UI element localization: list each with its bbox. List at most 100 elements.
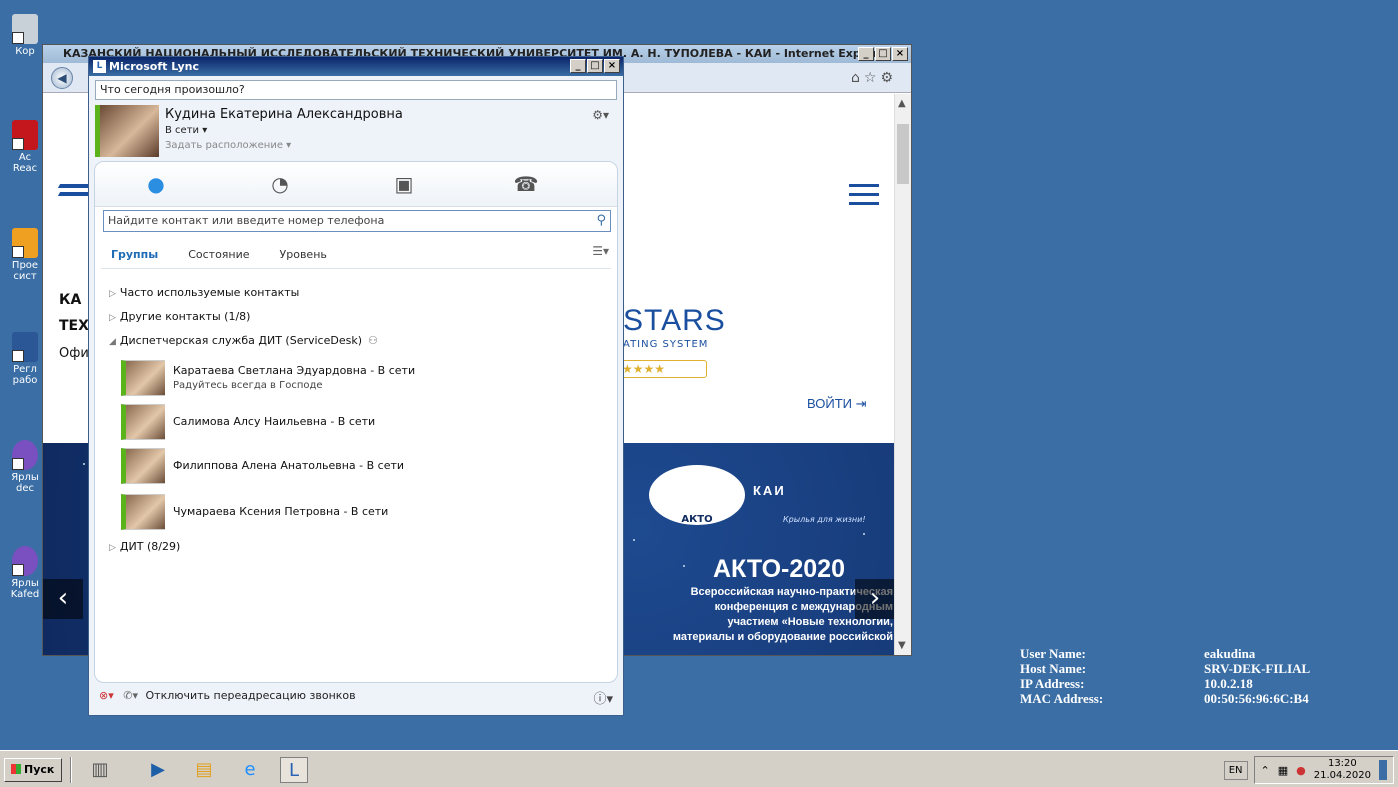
bginfo-row: User Name: eakudina	[1020, 646, 1256, 661]
filter-divider	[101, 268, 611, 269]
settings-gear-icon[interactable]: ⚙	[880, 70, 897, 86]
word-document-icon	[12, 332, 38, 362]
scroll-down-arrow-icon[interactable]: ▼	[898, 640, 906, 651]
filter-status[interactable]: Состояние	[188, 248, 249, 261]
qs-stars-subtitle: ATING SYSTEM	[623, 339, 709, 350]
folder-icon	[12, 228, 38, 258]
contact-item[interactable]: Чумараева Ксения Петровна - В сети	[121, 494, 601, 530]
kai-emblem: КАИ	[753, 483, 786, 498]
filter-groups[interactable]: Группы	[111, 248, 158, 261]
group-dispatch[interactable]: ◢ Диспетчерская служба ДИТ (ServiceDesk) ⚇	[109, 334, 378, 347]
acrobat-icon	[12, 120, 38, 150]
star-dot	[633, 539, 635, 541]
contact-search-input[interactable]: Найдите контакт или введите номер телефо…	[103, 210, 611, 232]
clock[interactable]: 13:20 21.04.2020	[1314, 758, 1371, 782]
desktop-icon-acrobat[interactable]: Ac Reac	[8, 120, 42, 174]
language-indicator[interactable]: EN	[1223, 760, 1248, 780]
lync-tray-icon[interactable]: ●	[1296, 764, 1306, 777]
filter-relationship[interactable]: Уровень	[280, 248, 327, 261]
collapse-arrow-icon: ◢	[109, 337, 116, 347]
lync-window: L Microsoft Lync _ □ × Что сегодня произ…	[88, 56, 624, 716]
taskbar-separator	[70, 757, 72, 783]
my-avatar[interactable]	[95, 105, 159, 157]
lync-status-bar: ⊗▾ ✆▾ Отключить переадресацию звонков ⓘ▾	[95, 683, 619, 711]
maximize-button[interactable]: □	[875, 47, 891, 61]
hamburger-menu-icon[interactable]	[849, 184, 879, 211]
search-icon[interactable]: ⚲	[596, 211, 606, 231]
slider-next-button[interactable]: ›	[855, 579, 895, 619]
favorites-star-icon[interactable]: ☆	[864, 70, 881, 86]
desktop-icon-recycle-bin[interactable]: Кор	[8, 14, 42, 57]
desktop-icon-shortcut-dec[interactable]: Ярлы dec	[8, 440, 42, 494]
home-icon[interactable]: ⌂	[851, 70, 864, 86]
desktop-icon-shortcut-kafed[interactable]: Ярлы Kafed	[8, 546, 42, 600]
scroll-up-arrow-icon[interactable]: ▲	[898, 98, 906, 109]
set-location-dropdown[interactable]: Задать расположение ▾	[165, 140, 291, 151]
bginfo-row: Host Name: SRV-DEK-FILIAL	[1020, 661, 1311, 676]
close-button[interactable]: ×	[892, 47, 908, 61]
powershell-icon[interactable]: ▶	[144, 757, 172, 783]
system-tray: EN ⌃ ▦ ● 13:20 21.04.2020	[1223, 755, 1398, 785]
lync-title-bar[interactable]: L Microsoft Lync _ □ ×	[89, 57, 623, 76]
desktop-icon-project[interactable]: Прое сист	[8, 228, 42, 282]
group-other-contacts[interactable]: ▷ Другие контакты (1/8)	[109, 310, 250, 323]
close-button[interactable]: ×	[604, 59, 620, 73]
minimize-button[interactable]: _	[858, 47, 874, 61]
tab-contacts-icon[interactable]: ●	[139, 168, 173, 200]
slider-prev-button[interactable]: ‹	[43, 579, 83, 619]
tab-phone-icon[interactable]: ☎	[509, 168, 543, 200]
back-arrow-icon[interactable]: ◀	[51, 67, 73, 89]
browser-toolbar-icons: ⌂☆⚙	[851, 70, 897, 86]
browser-scrollbar[interactable]: ▲ ▼	[894, 94, 911, 655]
contact-name: Каратаева Светлана Эдуардовна - В сети	[173, 364, 416, 377]
contact-item[interactable]: Салимова Алсу Наильевна - В сети	[121, 404, 601, 440]
group-frequent[interactable]: ▷ Часто используемые контакты	[109, 286, 299, 299]
group-members-icon[interactable]: ⚇	[368, 334, 378, 347]
expand-arrow-icon: ▷	[109, 289, 116, 299]
contact-item[interactable]: Каратаева Светлана Эдуардовна - В сети Р…	[121, 360, 601, 396]
kai-slogan: Крылья для жизни!	[783, 515, 866, 524]
contact-item[interactable]: Филиппова Алена Анатольевна - В сети	[121, 448, 601, 484]
contact-avatar	[121, 360, 165, 396]
options-gear-icon[interactable]: ⚙▾	[592, 108, 609, 122]
start-button[interactable]: Пуск	[4, 758, 62, 782]
lync-taskbar-icon[interactable]: L	[280, 757, 308, 783]
qs-stars-logo: STARS	[623, 304, 726, 337]
desktop-icon-word-doc[interactable]: Регл рабо	[8, 332, 42, 386]
shortcut-icon	[12, 440, 38, 470]
site-subtitle-fragment: Офи	[59, 346, 89, 361]
my-status-dropdown[interactable]: В сети ▾	[165, 125, 207, 136]
tabs-divider	[95, 206, 617, 207]
scrollbar-thumb[interactable]	[897, 124, 909, 184]
akto-title: АКТО-2020	[713, 555, 845, 583]
expand-arrow-icon: ▷	[109, 543, 116, 553]
minimize-button[interactable]: _	[570, 59, 586, 73]
call-forwarding-menu[interactable]: Отключить переадресацию звонков	[146, 689, 356, 702]
explorer-folder-icon[interactable]: ▤	[190, 757, 218, 783]
info-icon[interactable]: ⓘ▾	[593, 688, 613, 707]
server-manager-icon[interactable]: ▥	[86, 757, 114, 783]
contact-name: Салимова Алсу Наильевна - В сети	[173, 415, 376, 428]
login-link[interactable]: ВОЙТИ ⇥	[807, 396, 867, 412]
display-options-icon[interactable]: ☰▾	[592, 244, 609, 258]
lync-title: Microsoft Lync	[109, 60, 199, 73]
whats-happening-input[interactable]: Что сегодня произошло?	[95, 80, 617, 100]
bginfo-panel: User Name: eakudina Host Name: SRV-DEK-FIL…	[1020, 646, 1310, 706]
akto-description: Всероссийская научно-практическая конфер…	[672, 586, 893, 643]
lync-app-icon: L	[93, 60, 106, 73]
contact-note: Радуйтесь всегда в Господе	[173, 380, 323, 391]
taskbar: Пуск ▥ ▶ ▤ e L EN ⌃ ▦ ● 13:20 21.04.2020	[0, 750, 1398, 787]
contact-avatar	[121, 448, 165, 484]
show-desktop-button[interactable]	[1379, 760, 1387, 780]
call-forwarding-icon[interactable]: ✆▾	[123, 689, 138, 702]
group-dit[interactable]: ▷ ДИТ (8/29)	[109, 540, 180, 553]
akto-logo: АКТО	[649, 465, 745, 525]
star-dot	[83, 463, 85, 465]
tab-activity-icon[interactable]: ◔	[263, 168, 297, 200]
internet-explorer-icon[interactable]: e	[236, 757, 264, 783]
dial-pad-icon[interactable]: ⊗▾	[99, 689, 114, 702]
network-icon[interactable]: ▦	[1278, 764, 1288, 777]
show-hidden-icons-icon[interactable]: ⌃	[1261, 764, 1270, 777]
tab-conversations-icon[interactable]: ▣	[387, 168, 421, 200]
maximize-button[interactable]: □	[587, 59, 603, 73]
